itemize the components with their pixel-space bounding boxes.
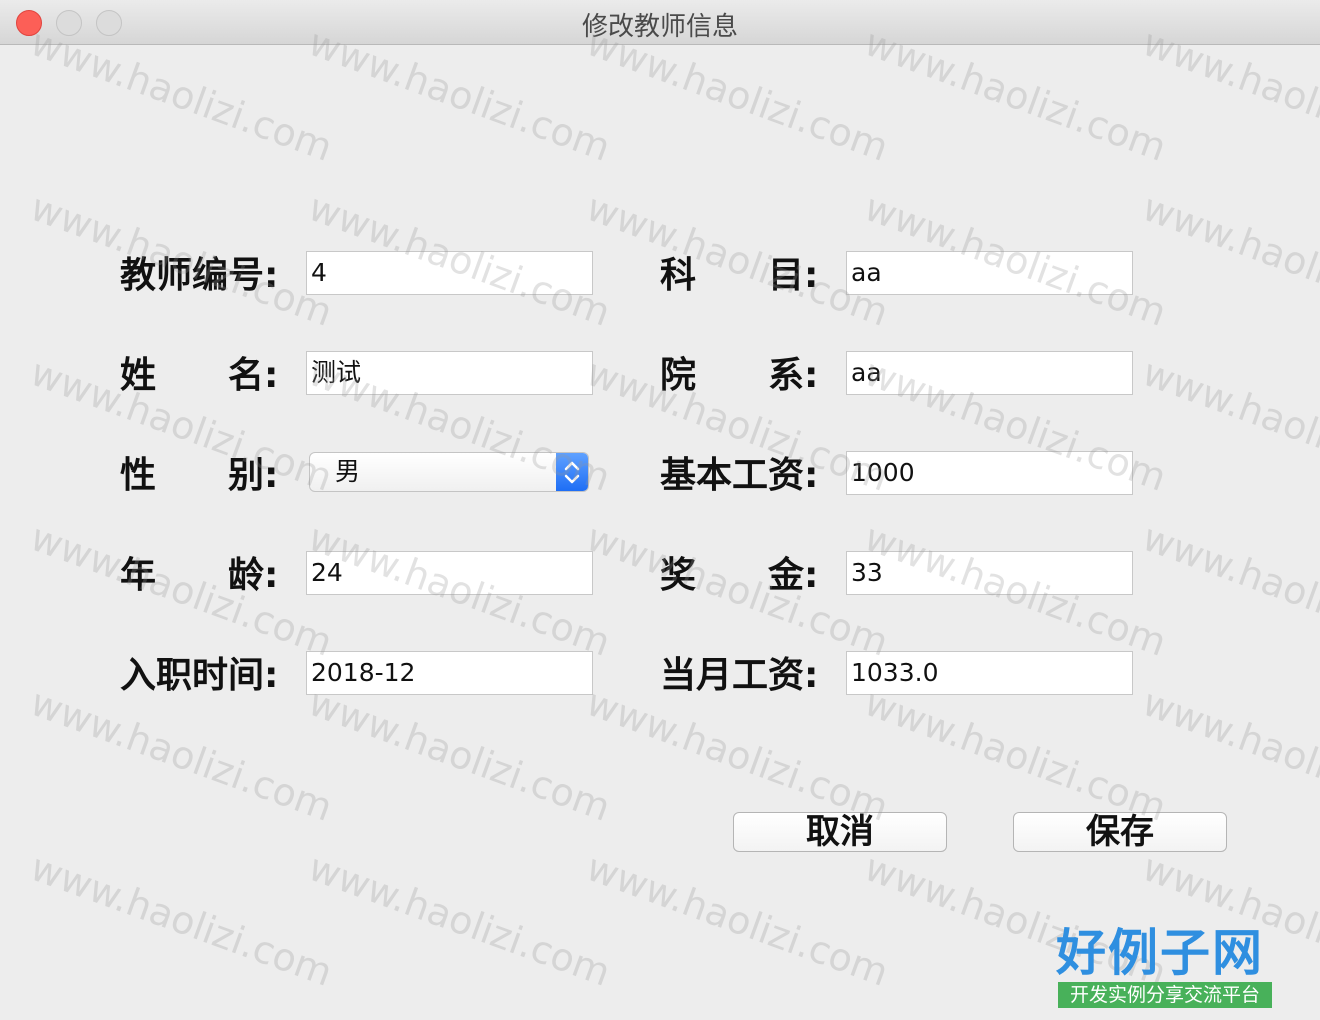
gender-select-value: 男 <box>335 457 361 486</box>
department-label-first: 院 <box>660 355 697 396</box>
bonus-input[interactable]: 33 <box>846 551 1133 595</box>
name-label-second: 名: <box>228 355 279 396</box>
teacher-id-input[interactable]: 4 <box>306 251 593 295</box>
watermark-text: www.haolizi.com <box>858 680 1173 830</box>
watermark-text: www.haolizi.com <box>1136 185 1320 335</box>
teacher-id-label: 教师编号: <box>120 255 279 296</box>
watermark-text: www.haolizi.com <box>24 350 339 500</box>
name-label-first: 姓 <box>120 355 157 396</box>
name-input[interactable]: 测试 <box>306 351 593 395</box>
haolizi-logo: 好例子网 开发实例分享交流平台 <box>1056 924 1274 1010</box>
subject-label-first: 科 <box>660 255 697 296</box>
watermark-text: www.haolizi.com <box>24 845 339 995</box>
watermark-text: www.haolizi.com <box>1136 515 1320 665</box>
watermark-text: www.haolizi.com <box>580 680 895 830</box>
watermark-text: www.haolizi.com <box>1136 350 1320 500</box>
gender-select[interactable]: 男 <box>309 452 589 492</box>
hire-date-input[interactable]: 2018-12 <box>306 651 593 695</box>
gender-label-first: 性 <box>120 455 157 496</box>
watermark-text: www.haolizi.com <box>24 515 339 665</box>
watermark-layer: www.haolizi.com www.haolizi.com www.haol… <box>0 0 1320 1020</box>
gender-label-second: 别: <box>228 455 279 496</box>
base-salary-label: 基本工资: <box>660 455 819 496</box>
bonus-label-first: 奖 <box>660 555 697 596</box>
updown-chevron-icon <box>556 453 588 491</box>
watermark-text: www.haolizi.com <box>24 680 339 830</box>
window-title: 修改教师信息 <box>581 12 738 42</box>
department-label-second: 系: <box>768 355 819 396</box>
watermark-text: www.haolizi.com <box>580 845 895 995</box>
department-input[interactable]: aa <box>846 351 1133 395</box>
age-label-second: 龄: <box>228 555 279 596</box>
age-label-first: 年 <box>120 555 157 596</box>
subject-label-second: 目: <box>768 255 819 296</box>
age-input[interactable]: 24 <box>306 551 593 595</box>
base-salary-input[interactable]: 1000 <box>846 451 1133 495</box>
monthly-salary-label: 当月工资: <box>660 655 819 696</box>
logo-main-text: 好例子网 <box>1056 923 1264 982</box>
watermark-text: www.haolizi.com <box>302 680 617 830</box>
save-button[interactable]: 保存 <box>1013 812 1227 852</box>
title-bar[interactable]: 修改教师信息 <box>0 0 1320 45</box>
hire-date-label: 入职时间: <box>120 655 279 696</box>
monthly-salary-input[interactable]: 1033.0 <box>846 651 1133 695</box>
logo-tagline: 开发实例分享交流平台 <box>1058 982 1272 1008</box>
watermark-text: www.haolizi.com <box>302 845 617 995</box>
teacher-edit-window: 修改教师信息 教师编号: 姓 名: 性 别: 年 龄: 入职时间: 4 测试 男… <box>0 0 1320 1020</box>
cancel-button[interactable]: 取消 <box>733 812 947 852</box>
bonus-label-second: 金: <box>768 555 819 596</box>
subject-input[interactable]: aa <box>846 251 1133 295</box>
watermark-text: www.haolizi.com <box>1136 680 1320 830</box>
